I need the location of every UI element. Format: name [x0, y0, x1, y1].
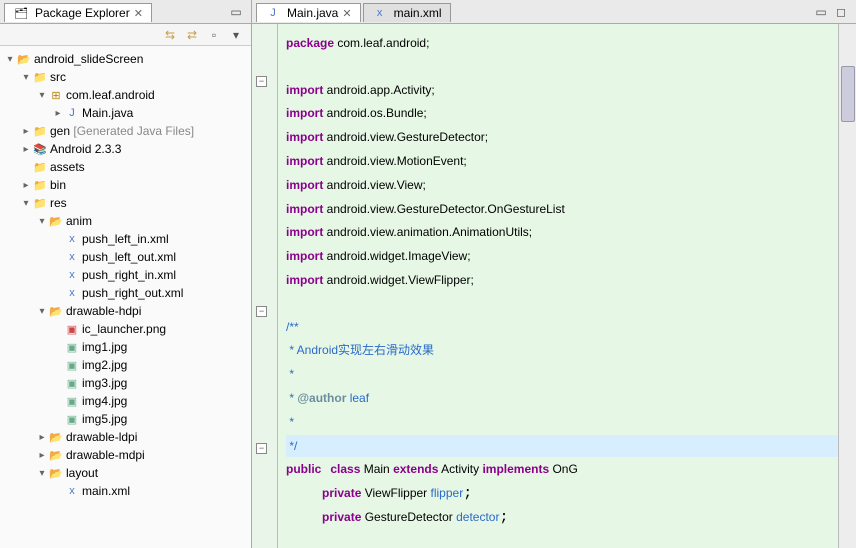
tree-res[interactable]: ▾📁res [0, 194, 251, 212]
scrollbar-thumb[interactable] [841, 66, 855, 122]
focus-icon[interactable]: ▫ [207, 28, 221, 42]
editor-panel: J Main.java ✕ x main.xml ▭ ◻ − − − packa… [252, 0, 856, 548]
tab-label: Main.java [287, 6, 338, 20]
vertical-scrollbar[interactable] [838, 24, 856, 548]
folder-icon: 📂 [48, 448, 64, 462]
gen-folder-icon: 📁 [32, 124, 48, 138]
close-icon[interactable]: ✕ [134, 7, 143, 20]
explorer-toolbar: ⇆ ⇄ ▫ ▾ [0, 24, 251, 46]
tree-src[interactable]: ▾📁src [0, 68, 251, 86]
maximize-icon[interactable]: ◻ [834, 5, 848, 19]
tree-drawable-ldpi[interactable]: ▸📂drawable-ldpi [0, 428, 251, 446]
tab-main-xml[interactable]: x main.xml [363, 3, 451, 22]
xml-file-icon: x [64, 484, 80, 498]
tree-file[interactable]: xpush_left_out.xml [0, 248, 251, 266]
tree-file[interactable]: ▣img1.jpg [0, 338, 251, 356]
tree-main-java[interactable]: ▸JMain.java [0, 104, 251, 122]
tree-file[interactable]: ▣ic_launcher.png [0, 320, 251, 338]
tree-drawable-hdpi[interactable]: ▾📂drawable-hdpi [0, 302, 251, 320]
tree-file[interactable]: ▣img3.jpg [0, 374, 251, 392]
image-file-icon: ▣ [64, 376, 80, 390]
package-explorer-panel: 🗂 Package Explorer ✕ ▭ ⇆ ⇄ ▫ ▾ ▾📂android… [0, 0, 252, 548]
tree-file[interactable]: ▣img5.jpg [0, 410, 251, 428]
minimize-icon[interactable]: ▭ [229, 5, 243, 19]
tree-assets[interactable]: 📁assets [0, 158, 251, 176]
tree-android-lib[interactable]: ▸📚Android 2.3.3 [0, 140, 251, 158]
tab-label: main.xml [394, 6, 442, 20]
xml-file-icon: x [64, 232, 80, 246]
tree-file[interactable]: xpush_right_in.xml [0, 266, 251, 284]
tree-project[interactable]: ▾📂android_slideScreen [0, 50, 251, 68]
image-file-icon: ▣ [64, 340, 80, 354]
package-icon: ⊞ [48, 88, 64, 102]
folder-icon: 📂 [48, 430, 64, 444]
fold-icon[interactable]: − [256, 306, 267, 317]
link-editor-icon[interactable]: ⇄ [185, 28, 199, 42]
java-file-icon: J [265, 6, 281, 20]
tree-bin[interactable]: ▸📁bin [0, 176, 251, 194]
folder-icon: 📂 [48, 214, 64, 228]
xml-file-icon: x [64, 286, 80, 300]
tree-file[interactable]: ▣img2.jpg [0, 356, 251, 374]
folder-icon: 📂 [48, 304, 64, 318]
tree-layout[interactable]: ▾📂layout [0, 464, 251, 482]
xml-file-icon: x [64, 250, 80, 264]
package-explorer-icon: 🗂 [13, 6, 29, 20]
editor-gutter[interactable]: − − − [252, 24, 278, 548]
collapse-all-icon[interactable]: ⇆ [163, 28, 177, 42]
fold-icon[interactable]: − [256, 76, 267, 87]
tree-anim[interactable]: ▾📂anim [0, 212, 251, 230]
explorer-tab-bar: 🗂 Package Explorer ✕ ▭ [0, 0, 251, 24]
image-file-icon: ▣ [64, 412, 80, 426]
folder-icon: 📂 [48, 466, 64, 480]
tree-gen[interactable]: ▸📁gen [Generated Java Files] [0, 122, 251, 140]
code-area[interactable]: package com.leaf.android; import android… [278, 24, 838, 548]
image-file-icon: ▣ [64, 358, 80, 372]
src-folder-icon: 📁 [32, 70, 48, 84]
editor-tab-bar: J Main.java ✕ x main.xml ▭ ◻ [252, 0, 856, 24]
tree-file[interactable]: ▣img4.jpg [0, 392, 251, 410]
tree-file[interactable]: xmain.xml [0, 482, 251, 500]
tree-file[interactable]: xpush_left_in.xml [0, 230, 251, 248]
package-explorer-tab[interactable]: 🗂 Package Explorer ✕ [4, 3, 152, 22]
image-file-icon: ▣ [64, 322, 80, 336]
project-tree[interactable]: ▾📂android_slideScreen ▾📁src ▾⊞com.leaf.a… [0, 46, 251, 548]
tree-file[interactable]: xpush_right_out.xml [0, 284, 251, 302]
tree-package[interactable]: ▾⊞com.leaf.android [0, 86, 251, 104]
folder-icon: 📁 [32, 178, 48, 192]
xml-file-icon: x [372, 6, 388, 20]
tab-main-java[interactable]: J Main.java ✕ [256, 3, 361, 22]
close-icon[interactable]: ✕ [342, 7, 351, 20]
library-icon: 📚 [32, 142, 48, 156]
folder-icon: 📁 [32, 196, 48, 210]
tree-drawable-mdpi[interactable]: ▸📂drawable-mdpi [0, 446, 251, 464]
folder-icon: 📁 [32, 160, 48, 174]
java-file-icon: J [64, 106, 80, 120]
code-editor[interactable]: − − − package com.leaf.android; import a… [252, 24, 856, 548]
project-icon: 📂 [16, 52, 32, 66]
package-explorer-title: Package Explorer [35, 6, 130, 20]
xml-file-icon: x [64, 268, 80, 282]
view-menu-icon[interactable]: ▾ [229, 28, 243, 42]
image-file-icon: ▣ [64, 394, 80, 408]
fold-icon[interactable]: − [256, 443, 267, 454]
minimize-icon[interactable]: ▭ [814, 5, 828, 19]
